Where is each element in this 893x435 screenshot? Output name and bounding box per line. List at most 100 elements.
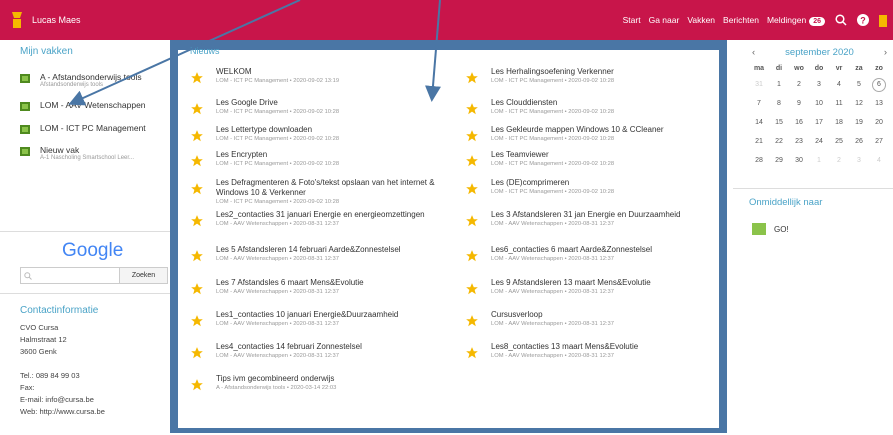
course-item[interactable]: A - Afstandsonderwijs tools Afstandsonder… <box>20 72 142 88</box>
calendar-day[interactable]: 1 <box>769 81 789 88</box>
news-item[interactable]: WELKOM LOM - ICT PC Management • 2020-09-… <box>190 67 446 85</box>
calendar-day[interactable]: 17 <box>809 119 829 126</box>
calendar-day[interactable]: 24 <box>809 138 829 145</box>
calendar-prev-icon[interactable]: ‹ <box>752 47 755 58</box>
contact-line: 3600 Genk <box>20 347 57 356</box>
news-item[interactable]: Les2_contacties 31 januari Energie en en… <box>190 210 446 228</box>
calendar-day[interactable]: 21 <box>749 138 769 145</box>
calendar-week: 31 1 2 3 4 5 6 <box>749 75 889 94</box>
calendar-day[interactable]: 11 <box>829 100 849 107</box>
nav-berichten[interactable]: Berichten <box>723 15 759 25</box>
star-icon <box>191 315 203 327</box>
search-icon[interactable] <box>835 14 847 26</box>
news-item[interactable]: Les8_contacties 13 maart Mens&Evolutie LO… <box>465 342 721 360</box>
news-item-title: Les 5 Afstandsleren 14 februari Aarde&Zo… <box>216 245 401 254</box>
news-item-title: Les 3 Afstandsleren 31 jan Energie en Du… <box>491 210 681 219</box>
calendar-day[interactable]: 4 <box>829 81 849 88</box>
calendar-day[interactable]: 3 <box>849 157 869 164</box>
user-name[interactable]: Lucas Maes <box>32 15 81 25</box>
nav-meldingen[interactable]: Meldingen 26 <box>767 15 825 26</box>
news-item[interactable]: Les6_contacties 6 maart Aarde&Zonnestels… <box>465 245 721 263</box>
news-item[interactable]: Les (DE)comprimeren LOM - ICT PC Manageme… <box>465 178 721 196</box>
course-item[interactable]: LOM - ICT PC Management <box>20 123 146 134</box>
calendar-header: ‹ september 2020 › <box>752 47 887 58</box>
calendar-day[interactable]: 9 <box>789 100 809 107</box>
nav-ga-naar[interactable]: Ga naar <box>649 15 680 25</box>
news-item[interactable]: Les Teamviewer LOM - ICT PC Management • … <box>465 150 721 168</box>
news-item[interactable]: Les Clouddiensten LOM - ICT PC Management… <box>465 98 721 116</box>
calendar-day[interactable]: 5 <box>849 81 869 88</box>
calendar-day[interactable]: 22 <box>769 138 789 145</box>
course-item[interactable]: LOM - AAV Wetenschappen <box>20 100 146 111</box>
calendar-day[interactable]: 29 <box>769 157 789 164</box>
calendar-day[interactable]: 18 <box>829 119 849 126</box>
google-search: Zoeken <box>20 267 168 284</box>
calendar-day[interactable]: 14 <box>749 119 769 126</box>
news-item[interactable]: Les 3 Afstandsleren 31 jan Energie en Du… <box>465 210 721 228</box>
news-item[interactable]: Les 7 Afstandsles 6 maart Mens&Evolutie L… <box>190 278 446 296</box>
calendar-day[interactable]: 26 <box>849 138 869 145</box>
calendar-day[interactable]: 7 <box>749 100 769 107</box>
calendar-day[interactable]: 19 <box>849 119 869 126</box>
calendar-day[interactable]: 2 <box>829 157 849 164</box>
help-icon[interactable]: ? <box>857 14 869 26</box>
news-item-meta: LOM - ICT PC Management • 2020-09-02 10:… <box>216 199 340 205</box>
calendar-day[interactable]: 10 <box>809 100 829 107</box>
news-item[interactable]: Les4_contacties 14 februari Zonnestelsel… <box>190 342 446 360</box>
calendar-day[interactable]: 13 <box>869 100 889 107</box>
google-logo: Google <box>62 240 123 262</box>
star-icon <box>191 103 203 115</box>
calendar-day[interactable]: 3 <box>809 81 829 88</box>
contact-line[interactable]: Web: http://www.cursa.be <box>20 406 105 418</box>
calendar-day[interactable]: 4 <box>869 157 889 164</box>
news-item-meta: LOM - ICT PC Management • 2020-09-02 10:… <box>491 189 615 195</box>
calendar-day[interactable]: 20 <box>869 119 889 126</box>
course-item[interactable]: Nieuw vak A-1 Nascholing Smartschool Leer… <box>20 145 134 161</box>
calendar-day[interactable]: 31 <box>749 81 769 88</box>
star-icon <box>191 130 203 142</box>
calendar-day[interactable]: 2 <box>789 81 809 88</box>
calendar-day[interactable]: 6 <box>872 77 886 92</box>
calendar-day[interactable]: 12 <box>849 100 869 107</box>
divider <box>0 293 172 294</box>
news-item[interactable]: Les1_contacties 10 januari Energie&Duurz… <box>190 310 446 328</box>
news-item[interactable]: Tips ivm gecombineerd onderwijs A - Afsta… <box>190 374 446 392</box>
smartschool-logo-icon[interactable] <box>6 8 28 32</box>
news-item[interactable]: Les Defragmenteren & Foto's/tekst opslaa… <box>190 178 446 206</box>
contact-line: Fax: <box>20 383 35 392</box>
avatar-icon[interactable] <box>879 13 887 27</box>
news-item-title: WELKOM <box>216 67 252 76</box>
calendar-day[interactable]: 8 <box>769 100 789 107</box>
star-icon <box>191 72 203 84</box>
calendar-day[interactable]: 23 <box>789 138 809 145</box>
top-nav: Start Ga naar Vakken Berichten Meldingen… <box>615 0 887 40</box>
calendar-day[interactable]: 1 <box>809 157 829 164</box>
news-item[interactable]: Les Herhalingsoefening Verkenner LOM - IC… <box>465 67 721 85</box>
news-item-title: Les8_contacties 13 maart Mens&Evolutie <box>491 342 639 351</box>
news-item[interactable]: Les 9 Afstandsleren 13 maart Mens&Evolut… <box>465 278 721 296</box>
news-item[interactable]: Les Gekleurde mappen Windows 10 & CClean… <box>465 125 721 143</box>
calendar-day[interactable]: 16 <box>789 119 809 126</box>
nav-vakken[interactable]: Vakken <box>687 15 715 25</box>
course-icon <box>20 102 30 111</box>
calendar-day[interactable]: 30 <box>789 157 809 164</box>
quick-link-go[interactable]: GO! <box>752 223 789 235</box>
news-item-title: Les (DE)comprimeren <box>491 178 570 187</box>
google-search-button[interactable]: Zoeken <box>120 267 168 284</box>
calendar-day[interactable]: 27 <box>869 138 889 145</box>
calendar-day[interactable]: 25 <box>829 138 849 145</box>
calendar-day[interactable]: 15 <box>769 119 789 126</box>
news-item-meta: LOM - AAV Wetenschappen • 2020-08-31 12:… <box>216 321 339 327</box>
news-item[interactable]: Les Encrypten LOM - ICT PC Management • 2… <box>190 150 446 168</box>
news-item[interactable]: Les 5 Afstandsleren 14 februari Aarde&Zo… <box>190 245 446 263</box>
news-item[interactable]: Les Lettertype downloaden LOM - ICT PC Ma… <box>190 125 446 143</box>
star-icon <box>466 155 478 167</box>
news-item-meta: LOM - ICT PC Management • 2020-09-02 10:… <box>491 109 615 115</box>
nav-start[interactable]: Start <box>623 15 641 25</box>
news-item[interactable]: Les Google Drive LOM - ICT PC Management … <box>190 98 446 116</box>
calendar-day[interactable]: 28 <box>749 157 769 164</box>
calendar-next-icon[interactable]: › <box>884 47 887 58</box>
news-item[interactable]: Cursusverloop LOM - AAV Wetenschappen • 2… <box>465 310 721 328</box>
google-search-input[interactable] <box>20 267 120 284</box>
contact-line[interactable]: E-mail: info@cursa.be <box>20 394 105 406</box>
